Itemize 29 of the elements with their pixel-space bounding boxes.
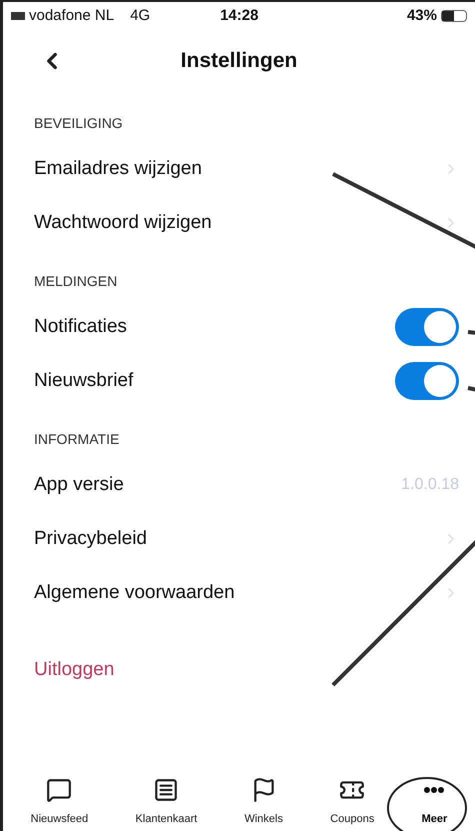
tab-bar-item[interactable]: Winkels	[244, 776, 283, 827]
section-header: MELDINGEN	[34, 272, 118, 291]
annotation-line	[468, 386, 475, 392]
setting-label: Emailadres wijzigen	[34, 156, 202, 181]
section-header: BEVEILIGING	[34, 114, 123, 133]
tab-bar-item[interactable]: Klantenkaart	[135, 776, 198, 827]
annotation-line	[468, 330, 475, 335]
tab-bar-item[interactable]: Nieuwsfeed	[30, 776, 88, 827]
page-title: Instellingen	[180, 48, 298, 74]
setting-label: Privacybeleid	[34, 526, 147, 551]
network-type: 4G	[130, 6, 150, 26]
toggle-switch[interactable]	[395, 308, 459, 346]
section-header: INFORMATIE	[34, 430, 120, 449]
chat-bubble-icon	[46, 776, 72, 802]
status-time: 14:28	[220, 6, 258, 26]
tab-bar-item[interactable]: Meer	[422, 776, 448, 827]
toggle-switch[interactable]	[395, 362, 459, 400]
setting-label: Wachtwoord wijzigen	[34, 210, 212, 235]
tab-bar-item[interactable]: Coupons	[330, 776, 374, 827]
setting-label: Notificaties	[34, 314, 127, 339]
setting-label: Algemene voorwaarden	[34, 580, 235, 605]
setting-label: Nieuwsbrief	[34, 368, 134, 393]
battery-percentage: 43%	[406, 6, 437, 26]
battery-icon	[441, 10, 467, 22]
setting-label: App versie	[34, 472, 124, 497]
carrier-name: vodafone NL	[29, 6, 114, 26]
card-icon	[153, 776, 180, 802]
more-icon	[424, 786, 444, 792]
logout-link[interactable]: Uitloggen	[34, 656, 114, 684]
